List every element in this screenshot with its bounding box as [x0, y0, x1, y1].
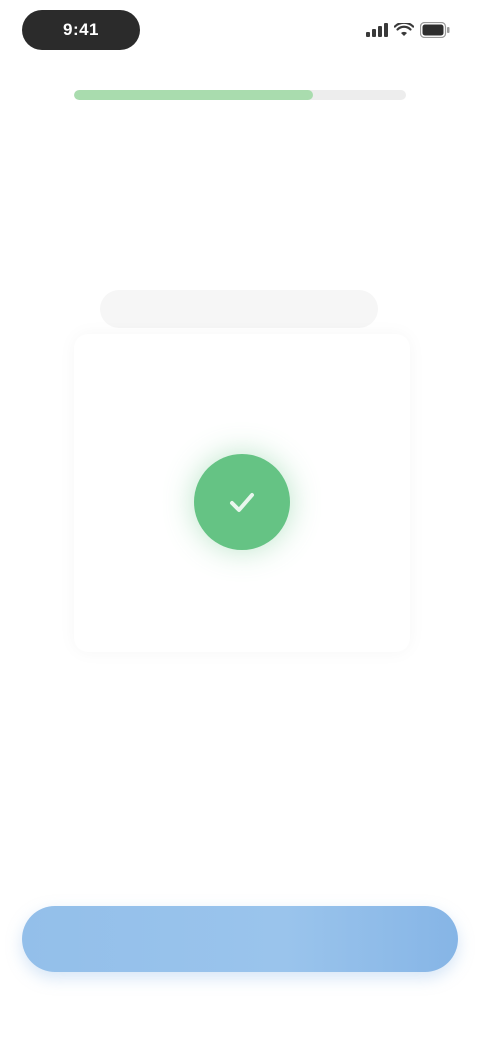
- cellular-signal-icon: [366, 23, 388, 37]
- status-icons: [366, 19, 450, 41]
- screen: 9:41: [0, 0, 480, 1040]
- progress-bar-fill: [74, 90, 314, 100]
- hint-chip: [100, 290, 378, 328]
- status-bar: 9:41: [0, 0, 480, 64]
- continue-button[interactable]: [22, 906, 458, 972]
- battery-icon: [420, 22, 450, 38]
- status-time: 9:41: [22, 10, 140, 50]
- checkmark-icon: [230, 493, 254, 512]
- progress-bar: [74, 90, 406, 100]
- success-badge: [194, 454, 290, 550]
- wifi-icon: [394, 23, 414, 36]
- verification-card: [74, 334, 410, 652]
